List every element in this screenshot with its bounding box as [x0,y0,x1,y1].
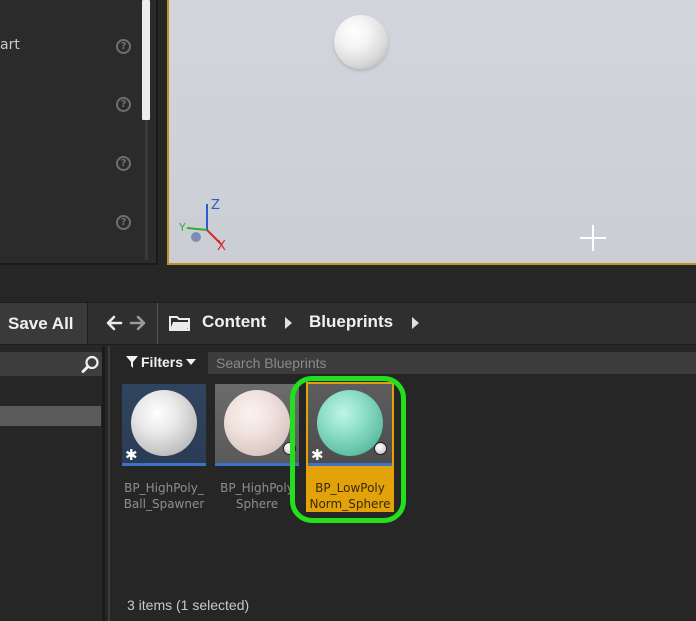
asset-name: BP_HighPoly_ Ball_Spawner [123,481,205,511]
folder-icon [169,316,190,331]
back-arrow-icon[interactable] [105,314,123,332]
help-icon[interactable]: ? [116,97,131,112]
selected-folder-row[interactable] [0,406,101,426]
help-icon[interactable]: ? [116,39,131,54]
search-blueprints-input[interactable] [208,352,696,374]
sources-panel [0,346,105,621]
chevron-down-icon [186,359,197,365]
details-row-label: art [0,37,20,53]
content-browser-toolbar: Save All Content Blueprints [0,302,696,345]
help-icon[interactable]: ? [116,156,131,171]
crosshair-icon [580,225,606,251]
save-all-button[interactable]: Save All [0,303,88,344]
level-viewport[interactable]: Z X Y [167,0,696,265]
axis-x-label: X [217,239,226,254]
search-icon[interactable] [81,355,100,374]
asset-thumbnail [215,384,299,466]
breadcrumb-separator-icon[interactable] [285,317,292,329]
highlight-annotation-ring [290,376,406,523]
blueprint-class-icon: ✱ [125,446,138,464]
asset-name: BP_HighPoly Sphere [220,481,294,511]
item-count-status: 3 items (1 selected) [127,597,250,613]
forward-arrow-icon[interactable] [129,314,147,332]
axis-z-label: Z [211,198,220,213]
axis-y-label: Y [178,221,186,234]
asset-tile-highpoly-sphere[interactable]: BP_HighPoly Sphere [213,382,301,512]
filters-label: Filters [141,354,184,370]
help-icon[interactable]: ? [116,215,131,230]
viewport-sphere-actor[interactable] [334,15,388,69]
filters-button[interactable]: Filters [122,352,200,372]
breadcrumb-content[interactable]: Content [202,312,266,332]
sphere-preview [224,390,290,456]
asset-tile-ball-spawner[interactable]: ✱ BP_HighPoly_ Ball_Spawner [120,382,208,512]
details-panel: art ? ? ? ? [0,0,158,265]
sphere-preview [131,390,197,456]
details-scrollbar-thumb[interactable] [142,0,150,120]
breadcrumb: Content Blueprints [157,303,696,344]
breadcrumb-separator-icon[interactable] [412,317,419,329]
breadcrumb-blueprints[interactable]: Blueprints [309,312,393,332]
asset-thumbnail: ✱ [122,384,206,466]
axis-gizmo-icon: Z X Y [178,198,226,254]
filter-icon [126,356,138,368]
